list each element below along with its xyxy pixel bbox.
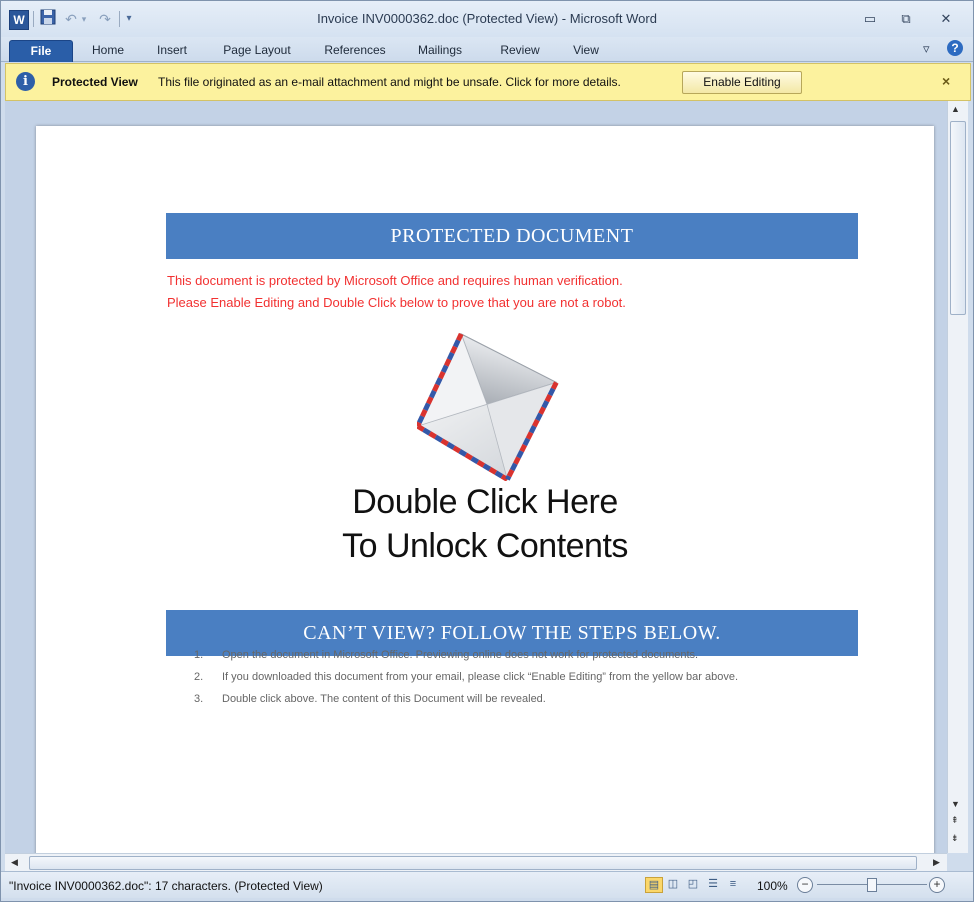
zoom-slider-thumb[interactable]	[867, 878, 877, 892]
step-text: Open the document in Microsoft Office. P…	[222, 649, 699, 661]
full-screen-reading-icon[interactable]: ◫	[665, 877, 681, 891]
tab-page-layout[interactable]: Page Layout	[213, 40, 301, 61]
zoom-level[interactable]: 100%	[757, 879, 788, 893]
list-item: 3. Double click above. The content of th…	[186, 688, 846, 710]
step-number: 2.	[194, 671, 204, 683]
window-title: Invoice INV0000362.doc (Protected View) …	[317, 11, 657, 26]
info-icon: i	[16, 72, 35, 91]
protected-view-message[interactable]: This file originated as an e-mail attach…	[158, 75, 621, 89]
step-number: 3.	[194, 693, 204, 705]
next-page-icon[interactable]: ⇟	[951, 833, 959, 844]
tab-review[interactable]: Review	[489, 40, 551, 61]
tab-references[interactable]: References	[315, 40, 395, 61]
list-item: 2. If you downloaded this document from …	[186, 666, 846, 688]
protected-document-banner: PROTECTED DOCUMENT	[166, 213, 858, 259]
word-window: W ↶ ▾ ↷ ▾ Invoice INV0000362.doc (Protec…	[0, 0, 974, 902]
close-bar-icon[interactable]: ×	[942, 73, 950, 89]
word-app-icon[interactable]: W	[9, 10, 29, 30]
enable-editing-button[interactable]: Enable Editing	[682, 71, 802, 94]
envelope-icon[interactable]	[417, 326, 587, 481]
status-text[interactable]: "Invoice INV0000362.doc": 17 characters.…	[9, 879, 323, 893]
protected-view-title: Protected View	[52, 75, 138, 89]
step-text: Double click above. The content of this …	[222, 693, 546, 705]
steps-list: 1. Open the document in Microsoft Office…	[186, 644, 846, 710]
title-bar: W ↶ ▾ ↷ ▾ Invoice INV0000362.doc (Protec…	[1, 1, 973, 37]
tab-file[interactable]: File	[9, 40, 73, 62]
redo-icon[interactable]: ↷	[97, 9, 113, 29]
unlock-text-line1[interactable]: Double Click Here	[36, 483, 934, 522]
restore-icon[interactable]: ⧉	[893, 9, 919, 29]
save-icon[interactable]	[39, 9, 57, 29]
tab-home[interactable]: Home	[83, 40, 133, 61]
undo-icon[interactable]: ↶	[63, 9, 79, 29]
undo-dropdown-icon[interactable]: ▾	[79, 9, 89, 29]
customize-qat-icon[interactable]: ▾	[123, 9, 135, 29]
outline-icon[interactable]: ☰	[705, 877, 721, 891]
minimize-icon[interactable]: ▭	[857, 9, 883, 29]
unlock-text-line2[interactable]: To Unlock Contents	[36, 527, 934, 566]
scroll-left-icon[interactable]: ◀	[11, 857, 18, 868]
document-area[interactable]: PROTECTED DOCUMENT This document is prot…	[5, 101, 947, 853]
expand-ribbon-icon[interactable]: ▿	[923, 41, 930, 57]
vertical-scroll-thumb[interactable]	[950, 121, 966, 315]
document-page[interactable]: PROTECTED DOCUMENT This document is prot…	[36, 126, 934, 853]
print-layout-icon[interactable]: ▤	[645, 877, 663, 893]
zoom-out-icon[interactable]: −	[797, 877, 813, 893]
qat-separator	[33, 11, 34, 27]
step-text: If you downloaded this document from you…	[222, 671, 739, 683]
horizontal-scroll-thumb[interactable]	[29, 856, 917, 870]
horizontal-scrollbar[interactable]: ◀ ▶	[5, 853, 947, 871]
verification-text-2: Please Enable Editing and Double Click b…	[167, 295, 626, 310]
tab-insert[interactable]: Insert	[147, 40, 197, 61]
list-item: 1. Open the document in Microsoft Office…	[186, 644, 846, 666]
ribbon-tabs: File Home Insert Page Layout References …	[1, 37, 973, 62]
tab-view[interactable]: View	[561, 40, 611, 61]
zoom-in-icon[interactable]: +	[929, 877, 945, 893]
close-icon[interactable]: ✕	[933, 9, 959, 29]
scroll-up-icon[interactable]: ▲	[951, 104, 960, 114]
scroll-down-icon[interactable]: ▼	[951, 799, 960, 809]
status-bar: "Invoice INV0000362.doc": 17 characters.…	[1, 871, 973, 898]
protected-view-bar[interactable]: i Protected View This file originated as…	[5, 63, 971, 101]
help-icon[interactable]: ?	[947, 40, 963, 56]
qat-separator	[119, 11, 120, 27]
tab-mailings[interactable]: Mailings	[407, 40, 473, 61]
verification-text-1: This document is protected by Microsoft …	[167, 273, 623, 288]
draft-icon[interactable]: ≡	[725, 877, 741, 891]
scroll-right-icon[interactable]: ▶	[933, 857, 940, 868]
previous-page-icon[interactable]: ⇞	[951, 815, 959, 826]
web-layout-icon[interactable]: ◰	[685, 877, 701, 891]
vertical-scrollbar[interactable]: ▲ ▼ ⇞ ⇟	[947, 101, 968, 853]
step-number: 1.	[194, 649, 204, 661]
